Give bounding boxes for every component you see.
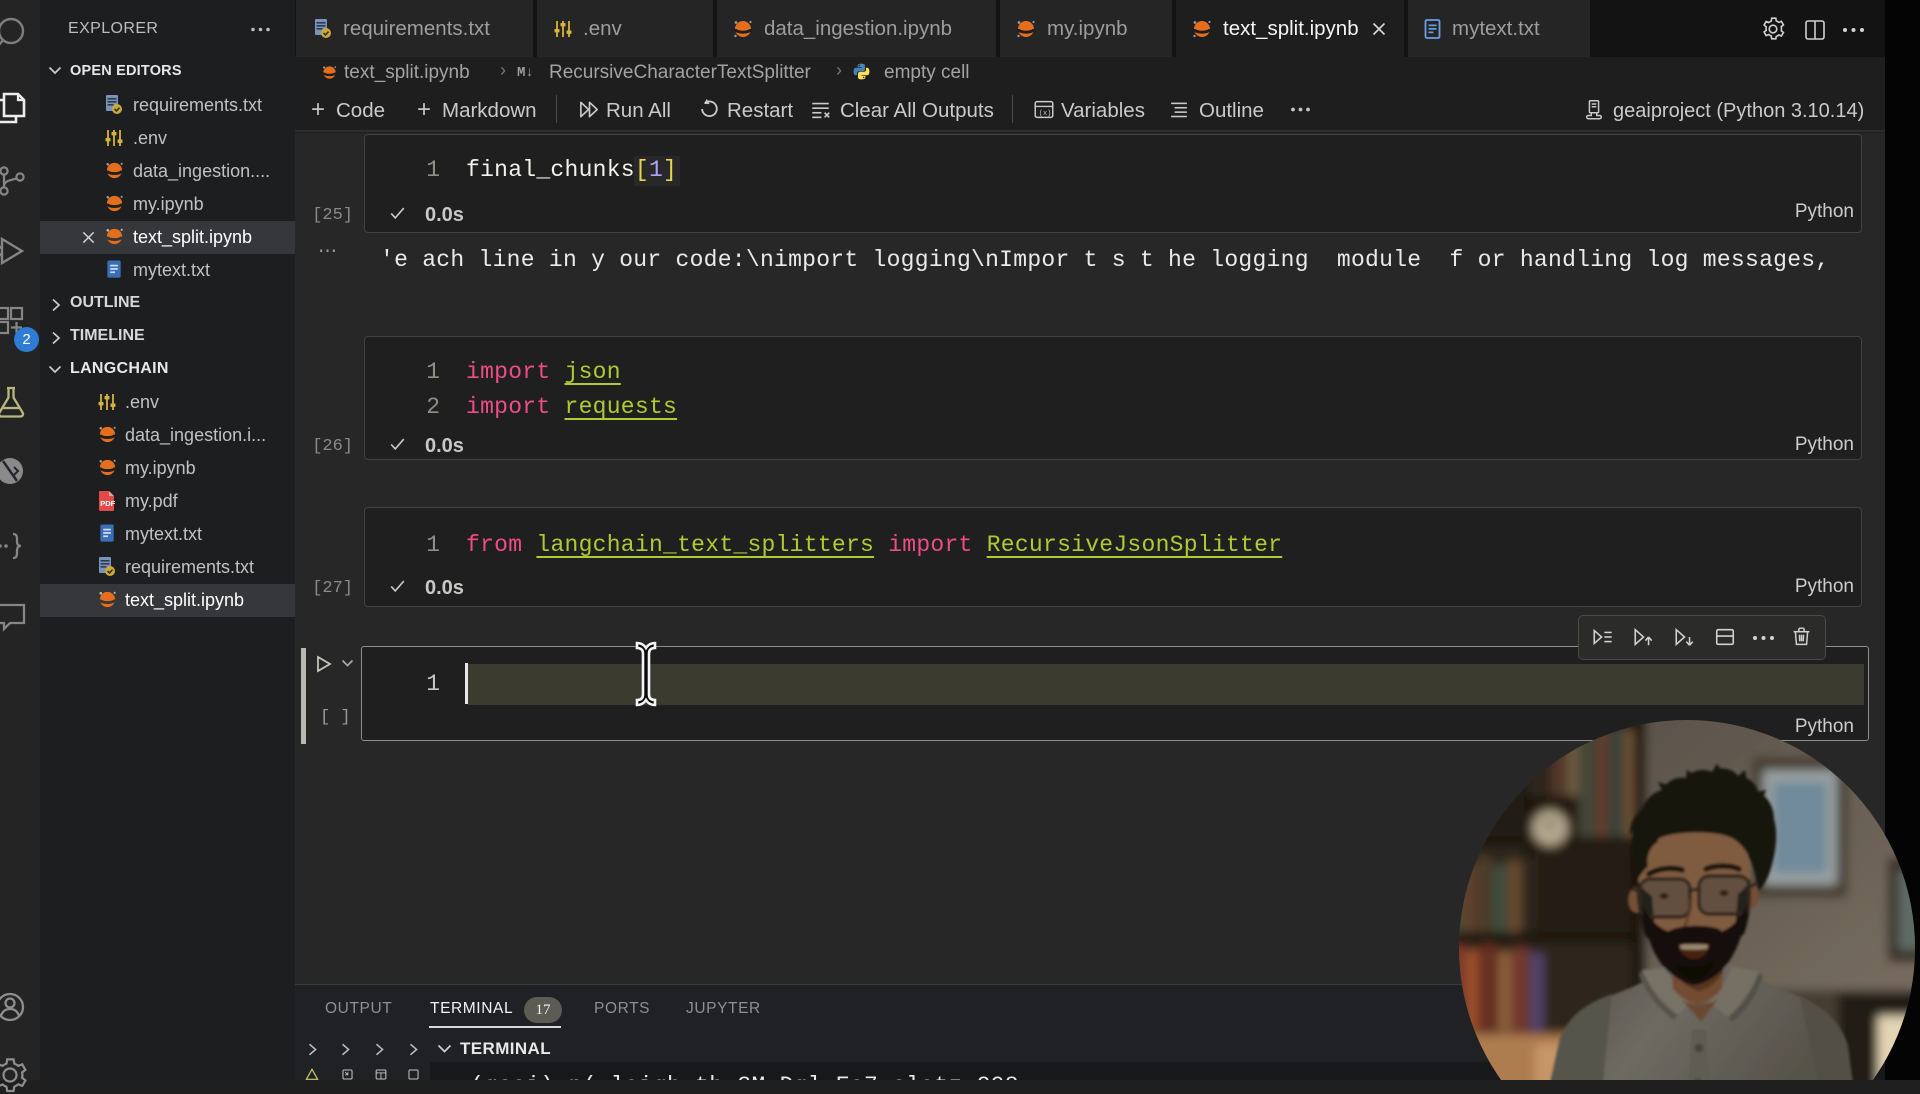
svg-text:PDF: PDF xyxy=(100,499,115,508)
svg-text:(x): (x) xyxy=(1039,110,1052,118)
